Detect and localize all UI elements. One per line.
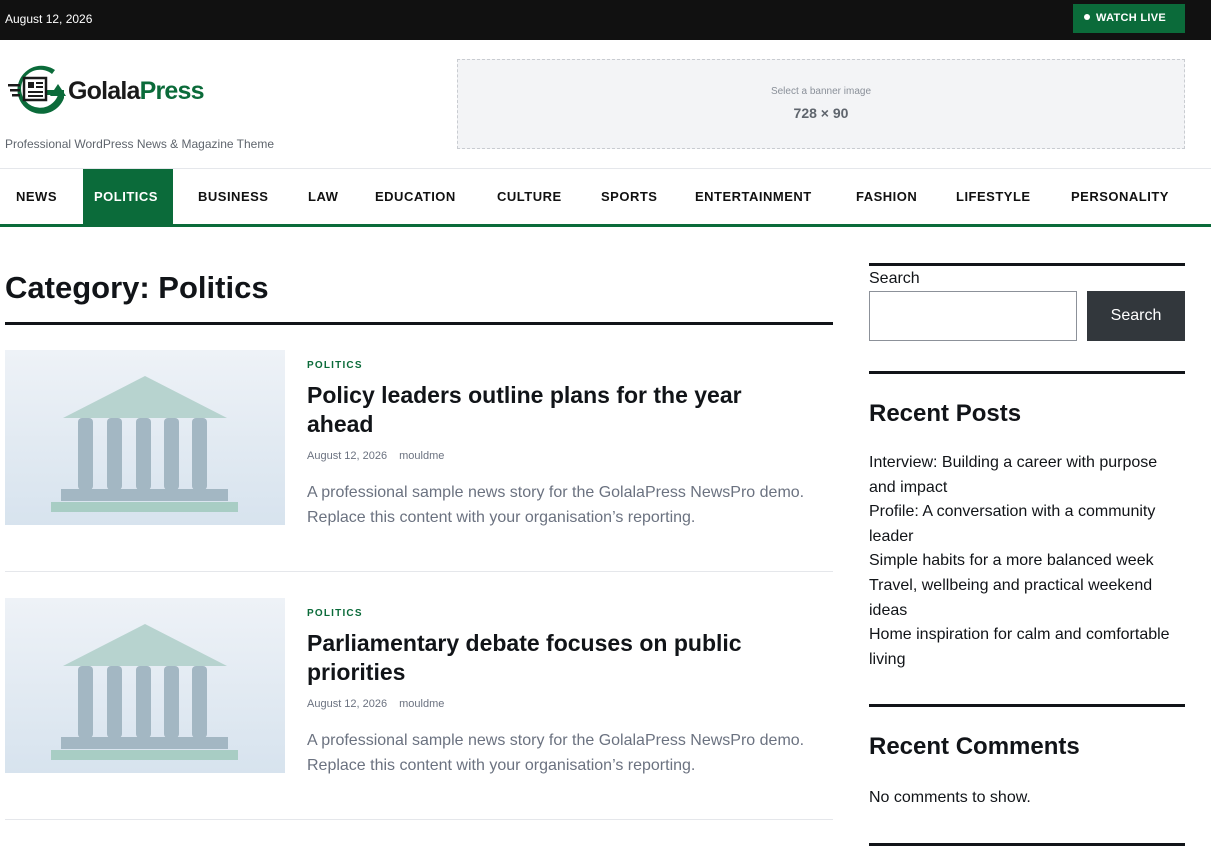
recent-posts-list: Interview: Building a career with purpos… xyxy=(869,451,1185,672)
recent-comments-title: Recent Comments xyxy=(869,733,1080,760)
post-title-link[interactable]: Policy leaders outline plans for the yea… xyxy=(307,381,807,439)
title-divider xyxy=(5,322,833,325)
government-building-icon xyxy=(51,376,238,512)
nav-item-politics[interactable]: POLITICS xyxy=(83,169,173,225)
top-bar: August 12, 2026 WATCH LIVE xyxy=(0,0,1211,40)
current-date: August 12, 2026 xyxy=(5,12,93,26)
nav-item-sports[interactable]: SPORTS xyxy=(590,169,668,225)
live-dot-icon xyxy=(1084,14,1090,20)
banner-hint: Select a banner image xyxy=(770,86,872,97)
nav-item-education[interactable]: EDUCATION xyxy=(364,169,467,225)
post-date: August 12, 2026 xyxy=(307,450,388,462)
nav-item-news[interactable]: NEWS xyxy=(5,169,68,225)
nav-item-law[interactable]: LAW xyxy=(297,169,349,225)
post-category-link[interactable]: POLITICS xyxy=(307,360,363,371)
widget-divider xyxy=(869,843,1185,846)
post-author-link[interactable]: mouldme xyxy=(399,450,444,462)
no-comments-text: No comments to show. xyxy=(869,789,1031,806)
post-author-link[interactable]: mouldme xyxy=(399,698,444,710)
nav-item-entertainment[interactable]: ENTERTAINMENT xyxy=(684,169,823,225)
widget-divider xyxy=(869,704,1185,707)
logo-wordmark-part1: Golala xyxy=(68,77,140,105)
nav-item-personality[interactable]: PERSONALITY xyxy=(1060,169,1180,225)
recent-post-link[interactable]: Simple habits for a more balanced week xyxy=(869,549,1185,574)
main-navigation: NEWS POLITICS BUSINESS LAW EDUCATION CUL… xyxy=(0,168,1211,227)
post-title-link[interactable]: Parliamentary debate focuses on public p… xyxy=(307,629,807,687)
nav-item-business[interactable]: BUSINESS xyxy=(187,169,279,225)
post-excerpt: A professional sample news story for the… xyxy=(307,484,805,526)
nav-item-lifestyle[interactable]: LIFESTYLE xyxy=(945,169,1042,225)
post-thumbnail[interactable] xyxy=(5,350,285,525)
post-thumbnail[interactable] xyxy=(5,598,285,773)
post-meta: August 12, 2026 mouldme xyxy=(307,450,444,462)
logo-wordmark: GolalaPress xyxy=(68,77,205,106)
post-date: August 12, 2026 xyxy=(307,698,388,710)
nav-item-fashion[interactable]: FASHION xyxy=(845,169,928,225)
widget-divider xyxy=(869,371,1185,374)
watch-live-label: WATCH LIVE xyxy=(1096,12,1167,24)
recent-post-link[interactable]: Interview: Building a career with purpos… xyxy=(869,451,1185,500)
page-title: Category: Politics xyxy=(5,270,269,305)
banner-placeholder: Select a banner image 728 × 90 xyxy=(457,59,1185,149)
watch-live-button[interactable]: WATCH LIVE xyxy=(1073,4,1185,33)
post-card: POLITICS Policy leaders outline plans fo… xyxy=(5,350,833,572)
recent-posts-title: Recent Posts xyxy=(869,400,1022,427)
site-tagline: Professional WordPress News & Magazine T… xyxy=(5,137,275,151)
banner-size: 728 × 90 xyxy=(793,105,849,121)
recent-post-link[interactable]: Home inspiration for calm and comfortabl… xyxy=(869,623,1185,672)
search-label: Search xyxy=(869,270,920,287)
widget-divider xyxy=(869,263,1185,266)
post-category-link[interactable]: POLITICS xyxy=(307,608,363,619)
post-card: POLITICS Parliamentary debate focuses on… xyxy=(5,598,833,820)
post-meta: August 12, 2026 mouldme xyxy=(307,698,444,710)
search-input[interactable] xyxy=(869,291,1077,341)
government-building-icon xyxy=(51,624,238,760)
recent-post-link[interactable]: Profile: A conversation with a community… xyxy=(869,500,1185,549)
logo-wordmark-part2: Press xyxy=(139,77,205,105)
recent-post-link[interactable]: Travel, wellbeing and practical weekend … xyxy=(869,574,1185,623)
search-button[interactable]: Search xyxy=(1087,291,1185,341)
post-excerpt: A professional sample news story for the… xyxy=(307,732,805,774)
nav-item-culture[interactable]: CULTURE xyxy=(486,169,573,225)
newspaper-logo-icon xyxy=(8,65,66,114)
site-logo[interactable]: GolalaPress xyxy=(8,64,208,114)
